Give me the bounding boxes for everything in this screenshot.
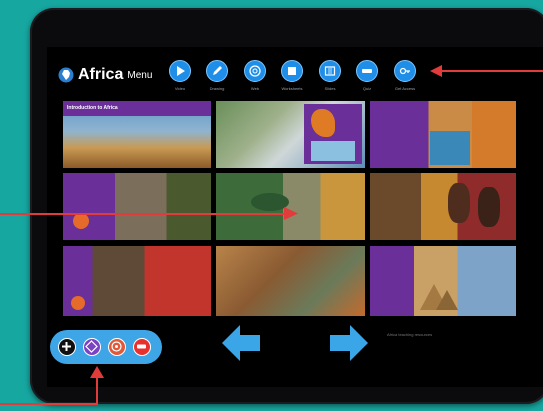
river-thumbnail bbox=[430, 131, 470, 165]
drawing-button[interactable] bbox=[206, 60, 228, 82]
callout-arrow-bottom-icon bbox=[90, 366, 104, 378]
tile-map[interactable] bbox=[216, 101, 365, 168]
slides-icon bbox=[324, 66, 336, 76]
slides-button[interactable] bbox=[319, 60, 341, 82]
tile-culture[interactable] bbox=[63, 246, 211, 316]
world-map-thumbnail bbox=[311, 141, 355, 161]
quiz-icon bbox=[362, 69, 372, 73]
tile-people[interactable] bbox=[370, 173, 516, 240]
worksheets-button-label: Worksheets bbox=[281, 86, 303, 91]
get-access-button-label: Get Access bbox=[394, 86, 416, 91]
callout-line-top bbox=[440, 70, 543, 72]
tile-villages[interactable] bbox=[216, 246, 365, 316]
menu-label[interactable]: Menu bbox=[127, 70, 152, 81]
pattern-icon bbox=[85, 340, 98, 353]
plus-icon bbox=[62, 342, 71, 351]
play-icon bbox=[177, 66, 185, 76]
previous-page-arrow-icon[interactable] bbox=[222, 325, 260, 361]
video-button-label: Video bbox=[174, 86, 186, 91]
tile-caption: Introduction to Africa bbox=[67, 105, 118, 111]
target-tool-button[interactable] bbox=[108, 338, 126, 356]
callout-arrow-middle-icon bbox=[284, 207, 298, 220]
target-icon bbox=[111, 341, 122, 352]
callout-line-bottom-horizontal bbox=[0, 403, 98, 405]
add-tool-button[interactable] bbox=[58, 338, 76, 356]
tile-landmarks[interactable] bbox=[370, 246, 516, 316]
credit-text: Africa teaching resources bbox=[387, 332, 433, 337]
tile-badge bbox=[73, 213, 89, 229]
pattern-tool-button[interactable] bbox=[83, 338, 101, 356]
next-page-arrow-icon[interactable] bbox=[330, 325, 368, 361]
quiz-button-label: Quiz bbox=[362, 86, 372, 91]
callout-line-bottom-vertical bbox=[96, 375, 98, 405]
callout-line-middle bbox=[0, 213, 286, 215]
callout-arrow-top-icon bbox=[430, 65, 442, 77]
globe-icon bbox=[249, 65, 261, 77]
book-icon bbox=[288, 67, 296, 75]
web-button[interactable] bbox=[244, 60, 266, 82]
get-access-button[interactable] bbox=[394, 60, 416, 82]
app-brand: Africa Menu bbox=[58, 66, 152, 84]
portrait-thumbnail bbox=[478, 187, 500, 227]
drawing-button-label: Drawing bbox=[209, 86, 225, 91]
portrait-thumbnail bbox=[448, 183, 470, 223]
badge-tool-button[interactable] bbox=[133, 338, 151, 356]
tile-animals[interactable] bbox=[63, 173, 211, 240]
badge-icon bbox=[137, 344, 146, 349]
app-title: Africa bbox=[78, 66, 124, 83]
africa-logo-icon bbox=[58, 67, 74, 83]
slides-button-label: Slides bbox=[324, 86, 336, 91]
web-button-label: Web bbox=[250, 86, 260, 91]
worksheets-button[interactable] bbox=[281, 60, 303, 82]
pencil-icon bbox=[213, 66, 222, 75]
tile-introduction[interactable]: Introduction to Africa bbox=[63, 101, 211, 168]
tile-badge bbox=[71, 296, 85, 310]
key-icon bbox=[399, 67, 410, 75]
pyramids-icon bbox=[420, 284, 458, 310]
video-button[interactable] bbox=[169, 60, 191, 82]
tile-desert[interactable] bbox=[370, 101, 516, 168]
quiz-button[interactable] bbox=[356, 60, 378, 82]
